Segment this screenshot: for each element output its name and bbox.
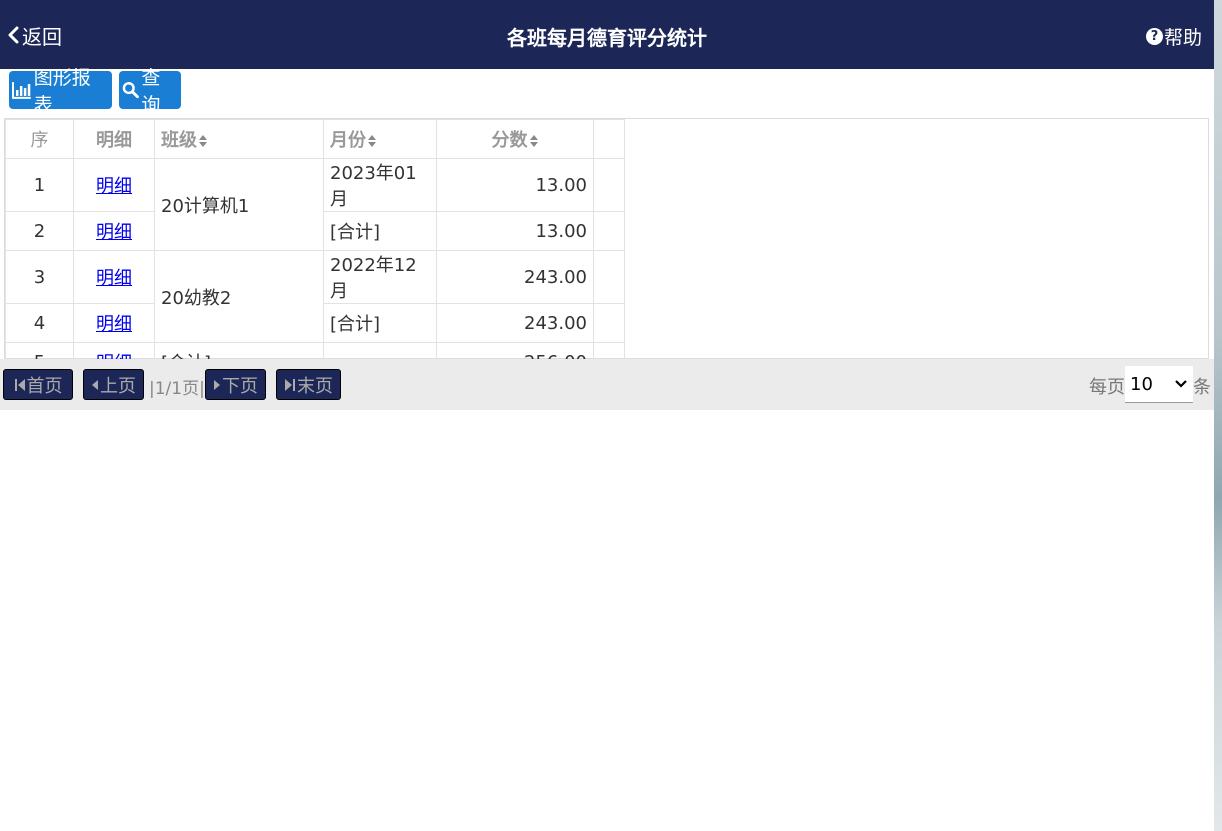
chart-report-label: 图形报表 (33, 67, 91, 116)
next-page-button[interactable]: 下页 (205, 369, 266, 400)
unit-label: 条 (1193, 377, 1211, 398)
cell-extra (593, 211, 625, 251)
first-page-button[interactable]: 首页 (3, 369, 73, 400)
cell-extra (593, 303, 625, 343)
per-page-select[interactable]: 10 (1125, 366, 1193, 403)
col-header-score-label: 分数 (491, 130, 528, 151)
table-header-row: 序 明细 班级 月份 分数 (5, 119, 625, 159)
sort-icon (529, 135, 538, 147)
page-title: 各班每月德育评分统计 (507, 26, 707, 50)
cell-seq: 4 (5, 303, 74, 343)
chart-report-button[interactable]: 图形报表 (9, 67, 112, 116)
detail-link[interactable]: 明细 (96, 268, 132, 289)
cell-extra (593, 158, 625, 212)
cell-seq: 1 (5, 158, 74, 212)
help-button[interactable]: ? 帮助 (1145, 23, 1202, 50)
toolbar: 图形报表 查询 (0, 67, 1214, 117)
col-header-month-label: 月份 (330, 130, 366, 151)
caret-left-icon (92, 379, 98, 390)
cell-score: 13.00 (436, 158, 594, 212)
col-header-score[interactable]: 分数 (436, 119, 594, 159)
table-row: 1 明细 20计算机1 2023年01月 13.00 (5, 158, 625, 251)
app: 返回 各班每月德育评分统计 ? 帮助 图形报表 查询 序 明细 班级 月份 分数… (0, 0, 1214, 831)
query-label: 查询 (141, 67, 161, 116)
col-header-detail: 明细 (73, 119, 155, 159)
detail-link[interactable]: 明细 (96, 314, 132, 335)
cell-extra (593, 250, 625, 304)
chevron-down-icon (1175, 380, 1187, 388)
cell-class: 20计算机1 (154, 158, 324, 251)
cell-score: 13.00 (436, 211, 594, 251)
cell-month: 2023年01月 (323, 158, 437, 212)
cell-seq: 2 (5, 211, 74, 251)
sort-icon (199, 135, 207, 147)
per-page-label: 每页 (1089, 377, 1125, 398)
top-bar: 返回 各班每月德育评分统计 ? 帮助 (0, 0, 1214, 69)
page-info: |1/1页| (149, 379, 205, 399)
first-page-label: 首页 (26, 375, 63, 397)
step-forward-icon (285, 378, 295, 391)
sort-icon (368, 135, 376, 147)
col-header-class[interactable]: 班级 (154, 119, 324, 159)
col-header-extra (593, 119, 625, 159)
bar-chart-icon (12, 82, 31, 99)
cell-class: 20幼教2 (154, 250, 324, 343)
last-page-button[interactable]: 末页 (276, 369, 341, 400)
data-table: 序 明细 班级 月份 分数 1 明细 20计算机1 2023年01月 13.00 (4, 118, 1209, 382)
cell-month: [合计] (323, 303, 437, 343)
detail-link[interactable]: 明细 (96, 222, 132, 243)
search-icon (122, 82, 139, 99)
cell-detail: 明细 (73, 158, 155, 212)
cell-score: 243.00 (436, 303, 594, 343)
step-backward-icon (14, 378, 25, 391)
last-page-label: 末页 (297, 375, 333, 397)
cell-seq: 3 (5, 250, 74, 304)
col-header-month[interactable]: 月份 (323, 119, 437, 159)
cell-detail: 明细 (73, 250, 155, 304)
pagination-bar: 首页 上页 |1/1页| 下页 末页 每页 10 条 (0, 359, 1214, 410)
cell-score: 243.00 (436, 250, 594, 304)
query-button[interactable]: 查询 (119, 67, 181, 116)
cell-month: 2022年12月 (323, 250, 437, 304)
help-label: 帮助 (1163, 27, 1202, 49)
detail-link[interactable]: 明细 (96, 176, 132, 197)
table-row: 3 明细 20幼教2 2022年12月 243.00 (5, 250, 625, 343)
window-edge (1214, 0, 1222, 831)
question-circle-icon: ? (1145, 28, 1163, 45)
col-header-seq: 序 (5, 119, 74, 159)
cell-detail: 明细 (73, 211, 155, 251)
prev-page-button[interactable]: 上页 (83, 369, 144, 400)
next-page-label: 下页 (222, 375, 258, 397)
prev-page-label: 上页 (100, 375, 136, 397)
cell-month: [合计] (323, 211, 437, 251)
col-header-class-label: 班级 (161, 130, 197, 151)
caret-right-icon (214, 379, 220, 390)
per-page-value: 10 (1130, 373, 1153, 395)
cell-detail: 明细 (73, 303, 155, 343)
